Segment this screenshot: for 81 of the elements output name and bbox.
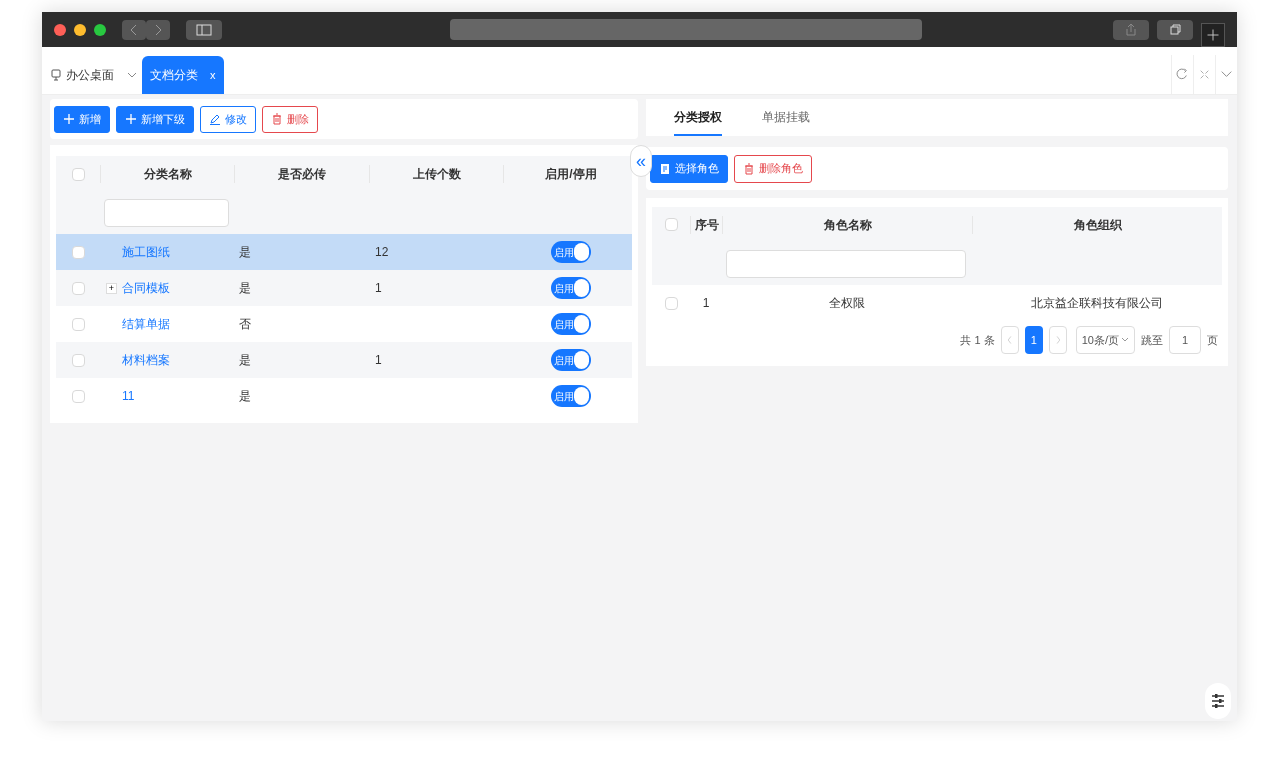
checkbox[interactable]	[664, 296, 678, 310]
pencil-icon	[209, 113, 221, 125]
page-tab[interactable]: 办公桌面	[42, 56, 122, 94]
page-size-select[interactable]: 10条/页	[1075, 326, 1135, 354]
category-link[interactable]: 施工图纸	[122, 243, 170, 261]
plus-icon[interactable]	[1201, 23, 1225, 47]
trash-icon	[271, 113, 283, 125]
toggle-switch[interactable]: 启用	[550, 277, 591, 299]
tabs-icon[interactable]	[1157, 19, 1193, 40]
back-icon[interactable]	[122, 19, 146, 40]
column-header: 角色组织	[972, 215, 1222, 234]
plus-icon	[63, 113, 75, 125]
checkbox[interactable]	[71, 167, 85, 181]
table-cell-text: 是	[238, 388, 252, 405]
minimize-icon[interactable]	[74, 23, 86, 36]
table-cell-text: 否	[238, 316, 252, 333]
jump-label: 跳至	[1141, 332, 1163, 348]
toolbar-button[interactable]: 删除角色	[734, 154, 812, 183]
previous-page-icon[interactable]	[1000, 326, 1019, 354]
detail-tab[interactable]: 分类授权	[674, 99, 722, 136]
toggle-switch[interactable]: 启用	[550, 349, 591, 371]
table-cell-text: 是	[238, 352, 252, 369]
next-page-icon[interactable]	[1048, 326, 1067, 354]
table-row[interactable]: 施工图纸 是 12 启用	[56, 234, 632, 270]
toolbar-button[interactable]: 新增下级	[116, 105, 194, 133]
share-icon[interactable]	[1113, 19, 1149, 40]
table-row[interactable]: 材料档案 是 1 启用	[56, 342, 632, 378]
chevron-down-icon	[1121, 336, 1129, 344]
detail-tab[interactable]: 单据挂载	[762, 99, 810, 136]
table-row[interactable]: + 合同模板 是 1 启用	[56, 270, 632, 306]
category-link[interactable]: 结算单据	[122, 315, 170, 333]
category-link[interactable]: 材料档案	[122, 351, 170, 369]
category-link[interactable]: 合同模板	[122, 279, 170, 297]
column-header: 角色名称	[722, 215, 972, 234]
page-button[interactable]: 1	[1024, 326, 1043, 354]
checkbox[interactable]	[71, 245, 85, 259]
page-tab[interactable]: 文档分类 x	[142, 56, 224, 94]
checkbox[interactable]	[71, 317, 85, 331]
table-cell-text: 全权限	[828, 295, 866, 312]
toggle-switch[interactable]: 启用	[550, 385, 591, 407]
column-header: 上传个数	[369, 165, 503, 183]
checkbox[interactable]	[71, 389, 85, 403]
table-cell-text: 1	[374, 352, 383, 369]
toolbar-button[interactable]: 删除	[262, 105, 318, 133]
sliders-icon	[1210, 693, 1226, 709]
toolbar-button[interactable]: 新增	[54, 105, 110, 133]
monitor-icon	[50, 69, 62, 81]
document-icon	[659, 162, 671, 175]
address-bar[interactable]	[450, 19, 922, 40]
table-cell-text: 北京益企联科技有限公司	[1030, 295, 1164, 312]
column-header: 是否必传	[234, 165, 369, 183]
table-cell-text: 1	[701, 295, 711, 312]
toggle-switch[interactable]: 启用	[550, 313, 591, 335]
page-unit-label: 页	[1207, 332, 1218, 348]
plus-icon	[125, 113, 137, 125]
table-cell-text: 12	[374, 244, 390, 261]
filter-input[interactable]	[104, 199, 229, 227]
collapse-button[interactable]: «	[630, 145, 652, 177]
checkbox[interactable]	[71, 353, 85, 367]
table-cell-text: 是	[238, 244, 252, 261]
forward-icon[interactable]	[146, 19, 170, 40]
maximize-icon[interactable]	[94, 23, 106, 36]
page-input[interactable]: 1	[1169, 326, 1201, 354]
table-cell-text: 1	[374, 280, 383, 297]
close-icon[interactable]: x	[210, 66, 216, 84]
checkbox[interactable]	[71, 281, 85, 295]
category-link[interactable]: 11	[122, 387, 135, 405]
column-header: 分类名称	[100, 165, 234, 183]
column-header: 序号	[690, 215, 722, 234]
toolbar-button[interactable]: 修改	[200, 105, 256, 133]
toolbar-button[interactable]: 选择角色	[650, 154, 728, 183]
checkbox[interactable]	[664, 218, 678, 231]
sidebar-icon[interactable]	[186, 19, 222, 40]
toggle-switch[interactable]: 启用	[550, 241, 591, 263]
total-count: 共 1 条	[960, 332, 995, 348]
trash-icon	[743, 162, 755, 175]
expand-button[interactable]: +	[106, 282, 117, 294]
table-cell-text: 是	[238, 280, 252, 297]
filter-input[interactable]	[726, 249, 966, 278]
close-icon[interactable]	[54, 23, 66, 36]
settings-button[interactable]	[1205, 683, 1231, 719]
